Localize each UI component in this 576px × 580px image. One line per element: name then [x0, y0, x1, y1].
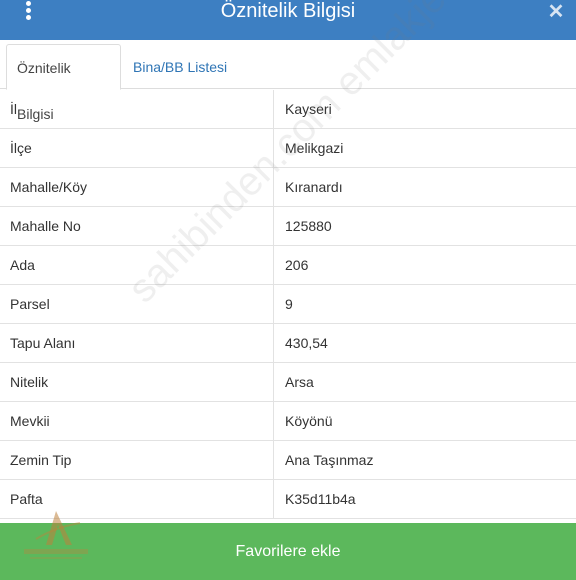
tab-bar: Öznitelik Bilgisi Bina/BB Listesi: [0, 40, 576, 122]
attribute-key: İl: [10, 101, 17, 117]
attribute-key: Pafta: [10, 491, 43, 507]
attribute-info-panel: Öznitelik Bilgisi ✕ Öznitelik Bilgisi Bi…: [0, 0, 576, 580]
attribute-key: Tapu Alanı: [10, 335, 76, 351]
table-row: Mevkii Köyönü: [0, 402, 576, 441]
close-icon[interactable]: ✕: [546, 2, 566, 22]
attribute-key: Mevkii: [10, 413, 50, 429]
panel-title: Öznitelik Bilgisi: [220, 0, 356, 22]
attribute-key: Parsel: [10, 296, 50, 312]
attribute-table: İl Kayseri İlçe Melikgazi Mahalle/Köy Kı…: [0, 90, 576, 519]
attribute-key: Zemin Tip: [10, 452, 72, 468]
attribute-value: Arsa: [273, 363, 314, 401]
add-to-favorites-button[interactable]: Favorilere ekle: [0, 523, 576, 580]
attribute-value: Melikgazi: [273, 129, 343, 167]
table-row: Tapu Alanı 430,54: [0, 324, 576, 363]
table-row: İlçe Melikgazi: [0, 129, 576, 168]
attribute-value: Kayseri: [273, 90, 332, 128]
attribute-value: 430,54: [273, 324, 328, 362]
attribute-value: 206: [273, 246, 308, 284]
attribute-value: 125880: [273, 207, 332, 245]
table-row: Pafta K35d11b4a: [0, 480, 576, 519]
panel-header: Öznitelik Bilgisi ✕: [0, 0, 576, 40]
attribute-key: Nitelik: [10, 374, 49, 390]
tab-attribute-info[interactable]: Öznitelik Bilgisi: [6, 44, 121, 122]
table-row: İl Kayseri: [0, 90, 576, 129]
tab-building-list[interactable]: Bina/BB Listesi: [123, 44, 237, 90]
table-row: Mahalle No 125880: [0, 207, 576, 246]
table-row: Nitelik Arsa: [0, 363, 576, 402]
attribute-key: İlçe: [10, 140, 32, 156]
table-row: Ada 206: [0, 246, 576, 285]
table-row: Parsel 9: [0, 285, 576, 324]
attribute-key: Mahalle No: [10, 218, 81, 234]
table-row: Zemin Tip Ana Taşınmaz: [0, 441, 576, 480]
attribute-value: Köyönü: [273, 402, 332, 440]
attribute-key: Ada: [10, 257, 35, 273]
table-row: Mahalle/Köy Kıranardı: [0, 168, 576, 207]
attribute-value: Kıranardı: [273, 168, 343, 206]
attribute-value: Ana Taşınmaz: [273, 441, 373, 479]
attribute-value: 9: [273, 285, 293, 323]
attribute-key: Mahalle/Köy: [10, 179, 88, 195]
attribute-value: K35d11b4a: [273, 480, 356, 518]
